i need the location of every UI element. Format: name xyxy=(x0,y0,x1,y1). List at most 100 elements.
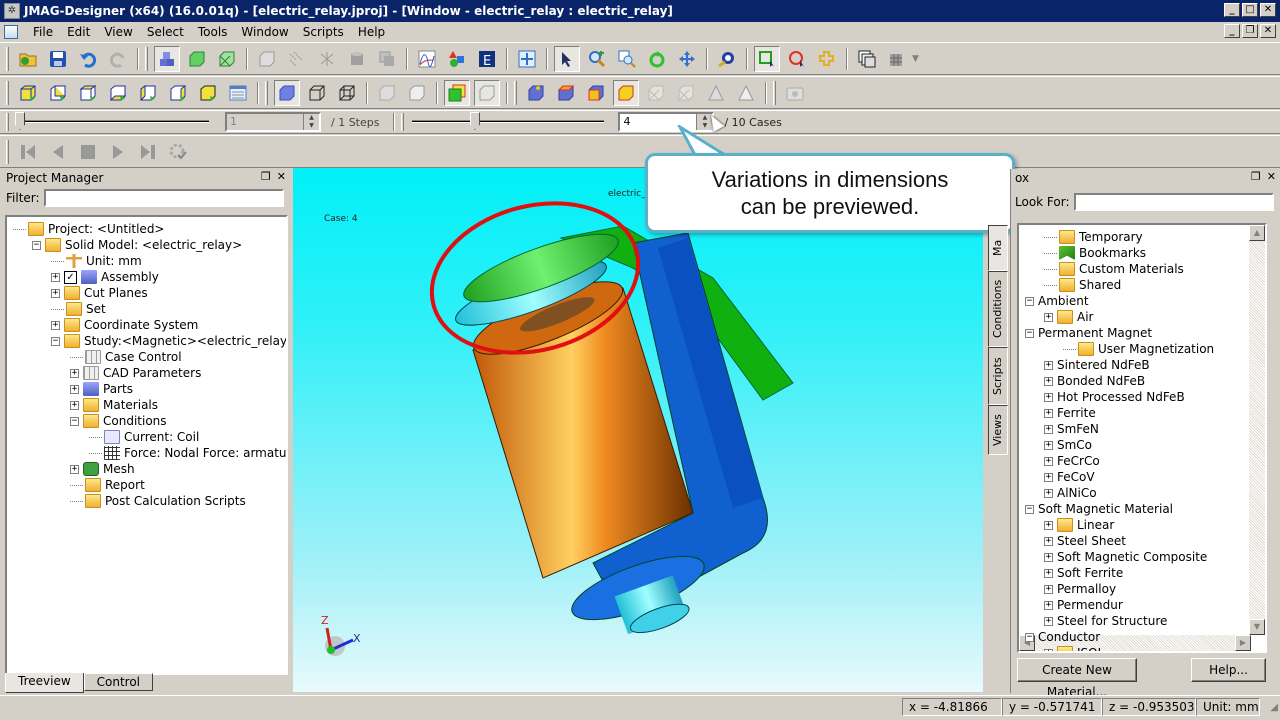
menu-tools[interactable]: Tools xyxy=(191,25,235,39)
create-new-material-button[interactable]: Create New Material... xyxy=(1017,658,1137,699)
edges-button[interactable] xyxy=(404,80,430,106)
expand-icon[interactable]: + xyxy=(70,368,79,378)
tree-item[interactable]: + Steel Sheet xyxy=(1044,533,1126,549)
tree-item[interactable]: − Conductor xyxy=(1025,629,1100,645)
document-icon[interactable] xyxy=(4,24,18,39)
tree-item[interactable]: + Cut Planes xyxy=(51,285,148,301)
rect-select-button[interactable] xyxy=(754,45,780,72)
menu-view[interactable]: View xyxy=(97,25,139,39)
stop-button[interactable] xyxy=(75,139,101,165)
tree-item[interactable]: Shared xyxy=(1044,277,1121,293)
expand-icon[interactable]: + xyxy=(1044,376,1053,386)
view-list-button[interactable] xyxy=(225,80,251,106)
tree-item[interactable]: + Coordinate System xyxy=(51,317,198,333)
side-tab-views[interactable]: Views xyxy=(988,405,1008,455)
steps-spinbox[interactable]: 1 ▲ ▼ xyxy=(225,112,321,132)
pan-button[interactable] xyxy=(674,46,700,72)
tree-item[interactable]: − Study:<Magnetic><electric_relay> xyxy=(51,333,286,349)
view-right-button[interactable] xyxy=(165,80,191,106)
tree-item[interactable]: + Hot Processed NdFeB xyxy=(1044,389,1185,405)
side-tab-conditions[interactable]: Conditions xyxy=(988,271,1008,347)
steps-slider-thumb[interactable] xyxy=(15,112,25,130)
field-lines-button[interactable] xyxy=(284,46,310,72)
toolbar-grip[interactable] xyxy=(401,113,405,131)
tree-item[interactable]: − Soft Magnetic Material xyxy=(1025,501,1173,517)
select-body-button[interactable] xyxy=(613,79,639,106)
toolbar-grip[interactable] xyxy=(6,113,9,131)
expand-icon[interactable]: + xyxy=(70,464,79,474)
solid-part-button[interactable] xyxy=(184,46,210,72)
materials-button[interactable] xyxy=(444,46,470,72)
first-frame-button[interactable] xyxy=(15,139,41,165)
tree-item[interactable]: + Soft Ferrite xyxy=(1044,565,1123,581)
resize-grip-icon[interactable]: ◢ xyxy=(1270,702,1278,713)
float-panel-icon[interactable]: ❐ xyxy=(1251,170,1261,183)
grid-mesh-button[interactable] xyxy=(884,46,910,72)
tree-item[interactable]: + SmFeN xyxy=(1044,421,1099,437)
tree-item[interactable]: + Mesh xyxy=(70,461,135,477)
expand-icon[interactable]: + xyxy=(1044,568,1053,578)
select-face-button[interactable] xyxy=(553,80,579,106)
close-panel-icon[interactable]: ✕ xyxy=(1267,170,1276,183)
save-button[interactable] xyxy=(45,46,71,72)
view-bottom-button[interactable] xyxy=(105,80,131,106)
collapse-icon[interactable]: − xyxy=(32,240,41,250)
menu-scripts[interactable]: Scripts xyxy=(296,25,351,39)
menu-help[interactable]: Help xyxy=(351,25,392,39)
tree-item[interactable]: Report xyxy=(70,477,145,493)
tree-item[interactable]: + Air xyxy=(1044,309,1093,325)
expand-icon[interactable]: + xyxy=(1044,360,1053,370)
view-front-button[interactable] xyxy=(15,80,41,106)
tree-item[interactable]: + CAD Parameters xyxy=(70,365,201,381)
collapse-icon[interactable]: − xyxy=(1025,504,1034,514)
tree-item[interactable]: + Steel for Structure xyxy=(1044,613,1167,629)
tree-item[interactable]: + SmCo xyxy=(1044,437,1092,453)
menu-file[interactable]: File xyxy=(26,25,60,39)
vertical-scrollbar[interactable]: ▲ ▼ xyxy=(1249,225,1265,635)
steps-spin-arrows[interactable]: ▲ ▼ xyxy=(303,114,319,130)
tree-item[interactable]: + Parts xyxy=(70,381,133,397)
collapse-icon[interactable]: − xyxy=(1025,632,1034,642)
view-top-button[interactable] xyxy=(75,80,101,106)
expand-icon[interactable]: + xyxy=(1044,552,1053,562)
project-tree[interactable]: Project: <Untitled> − Solid Model: <electr… xyxy=(5,215,288,675)
pyramid-1-button[interactable] xyxy=(703,80,729,106)
scroll-up-icon[interactable]: ▲ xyxy=(1249,225,1265,241)
disabled-box-2-button[interactable] xyxy=(673,80,699,106)
mesh-part-button[interactable] xyxy=(214,46,240,72)
toolbar-grip[interactable] xyxy=(145,46,148,71)
tree-item[interactable]: + FeCoV xyxy=(1044,469,1095,485)
collapse-icon[interactable]: − xyxy=(1025,328,1034,338)
outline-box-button[interactable] xyxy=(474,79,500,106)
toolbar-grip[interactable] xyxy=(6,80,9,105)
shaded-button[interactable] xyxy=(274,79,300,106)
undo-button[interactable] xyxy=(75,46,101,72)
transparent-button[interactable] xyxy=(374,80,400,106)
tree-item[interactable]: Post Calculation Scripts xyxy=(70,493,246,509)
close-panel-icon[interactable]: ✕ xyxy=(277,170,286,183)
expand-icon[interactable]: + xyxy=(1044,408,1053,418)
hidden-line-button[interactable] xyxy=(304,80,330,106)
mdi-restore-button[interactable]: ❐ xyxy=(1242,24,1258,38)
polygon-select-button[interactable] xyxy=(814,46,840,72)
tree-item[interactable]: Current: Coil xyxy=(89,429,199,445)
toolbar-grip[interactable] xyxy=(265,80,268,105)
maximize-button[interactable]: □ xyxy=(1242,3,1258,17)
cylinder-button[interactable] xyxy=(344,46,370,72)
tree-item[interactable]: + AlNiCo xyxy=(1044,485,1097,501)
camera-button[interactable] xyxy=(782,80,808,106)
dropdown-arrow-icon[interactable]: ▼ xyxy=(912,54,919,64)
expand-icon[interactable]: + xyxy=(1044,488,1053,498)
visibility-checkbox[interactable]: ✓ xyxy=(64,270,77,284)
measure-button[interactable] xyxy=(714,46,740,72)
expand-icon[interactable]: + xyxy=(1044,312,1053,322)
mdi-close-button[interactable]: ✕ xyxy=(1260,24,1276,38)
tree-item[interactable]: − Permanent Magnet xyxy=(1025,325,1152,341)
toolbar-grip[interactable] xyxy=(773,80,776,105)
tree-item[interactable]: Force: Nodal Force: armature xyxy=(89,445,286,461)
float-panel-icon[interactable]: ❐ xyxy=(261,170,271,183)
steps-slider[interactable] xyxy=(13,112,213,132)
minimize-button[interactable]: _ xyxy=(1224,3,1240,17)
side-tab-scripts[interactable]: Scripts xyxy=(988,347,1008,405)
filter-input[interactable] xyxy=(43,189,284,207)
